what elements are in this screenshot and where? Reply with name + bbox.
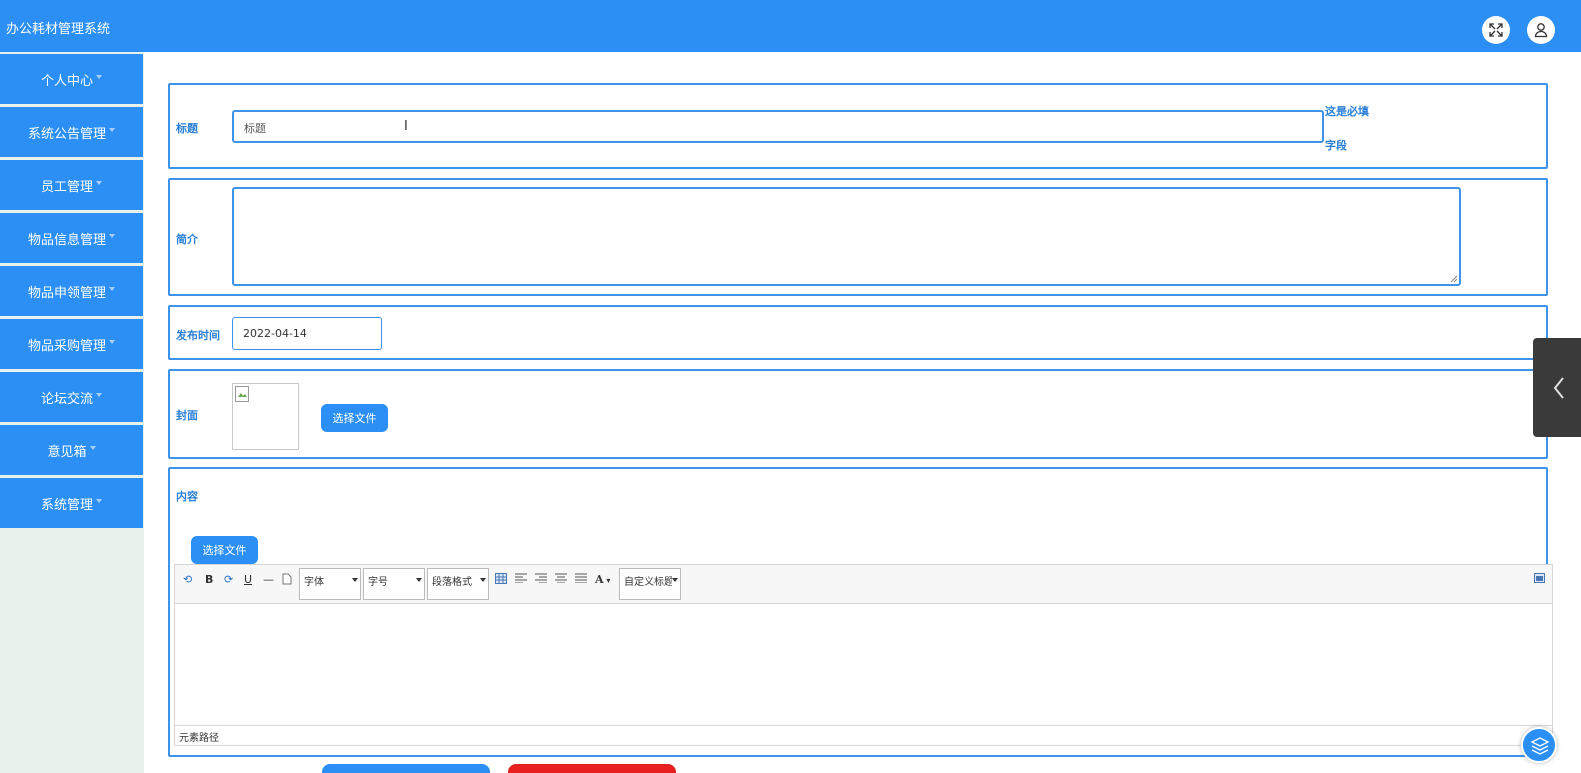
sidebar-item-label: 系统管理 — [40, 497, 93, 513]
expand-icon — [1489, 23, 1503, 37]
required-hint: 这是必填 字段 — [1325, 103, 1369, 153]
sidebar-item-item-purchase-management[interactable]: 物品采购管理 — [0, 319, 143, 369]
chevron-left-icon — [1553, 377, 1564, 399]
sidebar-item-notice-management[interactable]: 系统公告管理 — [0, 107, 143, 157]
text-cursor-icon: I — [404, 119, 408, 134]
editor-toolbar: ⟲ B ⟳ U — 字体 字号 段落格式 A ▾ 自定义标题 — [174, 564, 1553, 604]
fullscreen-button[interactable] — [1482, 16, 1510, 44]
align-right-icon[interactable] — [535, 573, 547, 586]
font-family-select[interactable]: 字体 — [299, 568, 361, 600]
app-title: 办公耗材管理系统 — [6, 22, 111, 37]
cover-image-placeholder — [232, 383, 299, 450]
sidebar-item-label: 员工管理 — [40, 179, 93, 195]
publish-time-input[interactable]: 2022-04-14 — [232, 317, 382, 350]
broken-image-icon — [235, 386, 249, 402]
resize-handle-icon[interactable] — [1450, 275, 1458, 283]
intro-textarea[interactable] — [232, 187, 1461, 286]
element-path-bar: 元素路径 — [174, 725, 1553, 746]
caret-down-icon — [109, 128, 115, 132]
caret-down-icon — [109, 287, 115, 291]
font-size-value: 字号 — [368, 577, 388, 588]
floating-action-button[interactable] — [1521, 727, 1557, 763]
required-hint-line1: 这是必填 — [1325, 105, 1369, 118]
underline-button[interactable]: U — [244, 573, 252, 586]
title-section: 标题 标题 I 这是必填 字段 — [168, 83, 1548, 169]
sidebar-item-item-info-management[interactable]: 物品信息管理 — [0, 213, 143, 263]
publish-time-label: 发布时间 — [176, 329, 220, 342]
horizontal-rule-button[interactable]: — — [263, 573, 274, 586]
caret-down-icon — [96, 499, 102, 503]
sidebar-item-item-request-management[interactable]: 物品申领管理 — [0, 266, 143, 316]
dropdown-arrow-icon — [416, 578, 422, 582]
user-icon — [1534, 23, 1548, 38]
title-label: 标题 — [176, 122, 198, 135]
side-panel-toggle[interactable] — [1533, 338, 1581, 437]
sidebar-item-label: 意见箱 — [47, 444, 87, 460]
font-color-label: A — [595, 573, 604, 586]
sidebar: 个人中心 系统公告管理 员工管理 物品信息管理 物品申领管理 物品采购管理 论坛… — [0, 52, 144, 773]
sidebar-item-employee-management[interactable]: 员工管理 — [0, 160, 143, 210]
user-button[interactable] — [1527, 16, 1555, 44]
table-icon[interactable] — [495, 573, 507, 587]
fullscreen-editor-icon[interactable] — [1534, 573, 1545, 586]
custom-title-select[interactable]: 自定义标题 — [619, 568, 681, 600]
submit-button[interactable] — [322, 764, 490, 773]
cover-choose-file-button[interactable]: 选择文件 — [321, 404, 388, 432]
paragraph-format-select[interactable]: 段落格式 — [427, 568, 489, 600]
required-hint-line2: 字段 — [1325, 139, 1347, 152]
layers-icon — [1530, 737, 1550, 755]
sidebar-item-label: 物品采购管理 — [27, 338, 106, 354]
caret-down-icon — [96, 393, 102, 397]
dropdown-arrow-icon — [352, 578, 358, 582]
font-color-button[interactable]: A ▾ — [595, 573, 610, 586]
sidebar-item-personal-center[interactable]: 个人中心 — [0, 54, 143, 104]
sidebar-item-label: 个人中心 — [40, 73, 93, 89]
caret-down-icon — [89, 446, 96, 450]
sidebar-item-label: 系统公告管理 — [27, 126, 106, 142]
sidebar-item-label: 物品信息管理 — [27, 232, 106, 248]
sidebar-item-system-management[interactable]: 系统管理 — [0, 478, 143, 528]
bold-button[interactable]: B — [205, 573, 213, 586]
title-input[interactable]: 标题 I — [232, 110, 1324, 143]
caret-down-icon — [96, 75, 102, 79]
cover-section: 封面 选择文件 — [168, 369, 1548, 459]
align-justify-icon[interactable] — [575, 573, 587, 586]
align-left-icon[interactable] — [515, 573, 527, 586]
redo-icon[interactable]: ⟳ — [224, 573, 233, 586]
editor-content-area[interactable] — [174, 604, 1553, 725]
publish-time-section: 发布时间 2022-04-14 — [168, 305, 1548, 360]
sidebar-item-forum[interactable]: 论坛交流 — [0, 372, 143, 422]
content-choose-file-button[interactable]: 选择文件 — [191, 536, 258, 564]
paragraph-format-value: 段落格式 — [432, 577, 472, 588]
dropdown-arrow-icon — [480, 578, 486, 582]
custom-title-value: 自定义标题 — [624, 577, 672, 588]
sidebar-item-label: 物品申领管理 — [27, 285, 106, 301]
sidebar-item-label: 论坛交流 — [40, 391, 93, 407]
top-header: 办公耗材管理系统 — [0, 0, 1581, 52]
new-document-icon[interactable] — [282, 573, 292, 588]
font-family-value: 字体 — [304, 577, 324, 588]
intro-section: 简介 — [168, 178, 1548, 296]
caret-down-icon — [109, 340, 115, 344]
font-size-select[interactable]: 字号 — [363, 568, 425, 600]
intro-label: 简介 — [176, 233, 198, 246]
title-input-value: 标题 — [244, 122, 266, 135]
sidebar-item-suggestion-box[interactable]: 意见箱 — [0, 425, 143, 475]
caret-down-icon — [109, 234, 115, 238]
cover-label: 封面 — [176, 409, 198, 422]
dropdown-arrow-icon — [672, 578, 678, 582]
align-center-icon[interactable] — [555, 573, 567, 586]
caret-down-icon — [96, 181, 102, 185]
undo-icon[interactable]: ⟲ — [183, 573, 192, 586]
content-label: 内容 — [176, 490, 198, 503]
cancel-button[interactable] — [508, 764, 676, 773]
